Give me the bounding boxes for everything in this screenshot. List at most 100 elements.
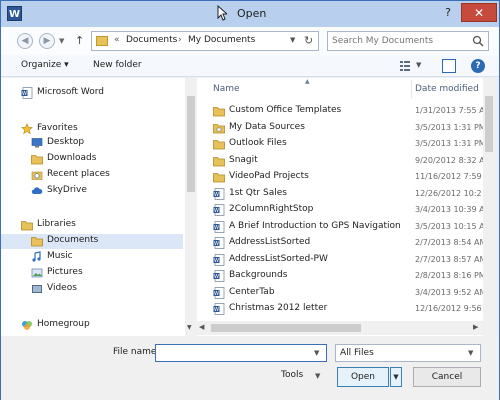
search-icon[interactable] xyxy=(472,35,484,47)
cancel-button[interactable]: Cancel xyxy=(413,367,481,387)
title-help-button[interactable]: ? xyxy=(437,4,459,22)
nav-item-label: Downloads xyxy=(47,153,97,163)
svg-text:W: W xyxy=(214,241,219,247)
file-row[interactable]: My Data Sources 3/5/2013 1:31 PM xyxy=(197,120,483,136)
nav-item-label: Libraries xyxy=(37,219,76,229)
back-button[interactable]: ◀ xyxy=(17,33,33,49)
file-row[interactable]: Snagit 9/20/2012 8:32 A xyxy=(197,153,483,169)
preview-pane-icon[interactable] xyxy=(442,59,456,73)
search-box[interactable] xyxy=(327,31,489,51)
nav-item-favorites[interactable]: Favorites xyxy=(1,122,183,137)
view-dropdown-icon[interactable]: ▼ xyxy=(416,61,421,69)
scroll-left-icon[interactable]: ◀ xyxy=(199,323,204,331)
file-type-dropdown-icon[interactable]: ▼ xyxy=(468,349,473,357)
file-row[interactable]: W Christmas 2012 letter 12/16/2012 9:56 xyxy=(197,301,483,317)
scroll-right-icon[interactable]: ▶ xyxy=(473,323,478,331)
cloud-icon xyxy=(31,185,43,196)
file-list-vertical-scrollbar[interactable] xyxy=(483,78,495,336)
file-list-horizontal-thumb[interactable] xyxy=(211,324,361,332)
file-row[interactable]: W A Brief Introduction to GPS Navigation 3… xyxy=(197,219,483,235)
file-date-modified: 2/7/2013 8:57 AM xyxy=(415,254,483,264)
navigation-scrollbar[interactable]: ▼ xyxy=(185,78,197,336)
file-name: 2ColumnRightStop xyxy=(229,204,314,214)
tools-button[interactable]: Tools xyxy=(281,370,303,380)
file-name: Backgrounds xyxy=(229,270,288,280)
file-name-input[interactable] xyxy=(155,344,327,362)
file-row[interactable]: Outlook Files 3/5/2013 1:31 PM xyxy=(197,136,483,152)
file-name: Custom Office Templates xyxy=(229,105,342,115)
dialog-footer: File name: ▼ All Files ▼ Tools ▼ Open ▼ … xyxy=(1,336,499,400)
title-bar[interactable]: W Open ? ✕ xyxy=(1,1,499,27)
nav-item-downloads[interactable]: Downloads xyxy=(1,152,183,167)
nav-item-skydrive[interactable]: SkyDrive xyxy=(1,184,183,199)
nav-item-music[interactable]: Music xyxy=(1,250,183,265)
file-date-modified: 3/5/2013 1:31 PM xyxy=(415,139,483,148)
file-date-modified: 2/7/2013 8:54 AM xyxy=(415,238,483,247)
breadcrumb-my-documents[interactable]: My Documents xyxy=(188,35,255,45)
view-options-icon[interactable] xyxy=(399,60,411,72)
search-input[interactable] xyxy=(332,34,468,48)
homegroup-icon xyxy=(21,319,33,330)
nav-item-desktop[interactable]: Desktop xyxy=(1,136,183,151)
refresh-icon[interactable]: ↻ xyxy=(304,34,313,47)
nav-item-libraries[interactable]: Libraries xyxy=(1,218,183,233)
up-arrow-icon[interactable]: ↑ xyxy=(75,34,84,47)
file-name: My Data Sources xyxy=(229,121,305,132)
nav-item-microsoft-word[interactable]: W Microsoft Word xyxy=(1,86,183,101)
sort-ascending-icon: ▲ xyxy=(305,78,310,85)
music-icon xyxy=(31,251,43,262)
folder-icon xyxy=(213,105,225,117)
nav-item-recent-places[interactable]: Recent places xyxy=(1,168,183,183)
nav-item-label: Favorites xyxy=(37,123,78,133)
file-row[interactable]: VideoPad Projects 11/16/2012 7:59 xyxy=(197,169,483,185)
file-row[interactable]: W CenterTab 3/4/2013 9:52 AM xyxy=(197,285,483,301)
file-type-select[interactable]: All Files ▼ xyxy=(335,344,481,362)
open-options-dropdown-icon[interactable]: ▼ xyxy=(390,367,402,387)
file-row[interactable]: W 2ColumnRightStop 3/4/2013 10:39 A xyxy=(197,202,483,218)
file-row[interactable]: W AddressListSorted 2/7/2013 8:54 AM xyxy=(197,235,483,251)
recent-locations-dropdown-icon[interactable]: ▼ xyxy=(59,37,64,45)
file-list-horizontal-scrollbar[interactable]: ◀ ▶ xyxy=(197,321,483,335)
file-name-label: File name: xyxy=(113,347,160,357)
file-date-modified: 12/16/2012 9:56 xyxy=(415,304,482,313)
open-button[interactable]: Open xyxy=(337,367,389,387)
breadcrumb-separator[interactable]: › xyxy=(178,35,182,45)
scroll-down-icon[interactable]: ▼ xyxy=(187,324,192,331)
nav-item-documents[interactable]: Documents xyxy=(1,234,183,249)
star-icon xyxy=(21,123,33,135)
column-header-date-modified[interactable]: Date modified xyxy=(415,78,479,100)
nav-item-pictures[interactable]: Pictures xyxy=(1,266,183,281)
new-folder-button[interactable]: New folder xyxy=(93,60,142,70)
file-date-modified: 2/8/2013 8:16 PM xyxy=(415,271,483,280)
navigation-scrollbar-thumb[interactable] xyxy=(187,96,195,192)
nav-item-label: Pictures xyxy=(47,267,83,277)
nav-item-videos[interactable]: Videos xyxy=(1,282,183,297)
tools-dropdown-icon[interactable]: ▼ xyxy=(315,372,320,380)
file-list-vertical-thumb[interactable] xyxy=(485,96,493,152)
organize-button[interactable]: Organize ▾ xyxy=(21,60,69,70)
help-icon[interactable]: ? xyxy=(471,59,485,73)
desktop-icon xyxy=(31,137,43,148)
file-name-dropdown-icon[interactable]: ▼ xyxy=(314,349,319,357)
open-dialog: W Open ? ✕ ◀ ▶ ▼ ↑ « Documents › My Docu… xyxy=(0,0,500,400)
file-row[interactable]: W Backgrounds 2/8/2013 8:16 PM xyxy=(197,268,483,284)
close-button[interactable]: ✕ xyxy=(461,3,497,22)
nav-item-label: Microsoft Word xyxy=(37,87,104,97)
column-divider[interactable] xyxy=(411,80,412,98)
file-row[interactable]: W AddressListSorted-PW 2/7/2013 8:57 AM xyxy=(197,252,483,268)
nav-item-label: Homegroup xyxy=(37,319,90,329)
file-list: Name ▲ Date modified Custom Office Templ… xyxy=(197,78,483,336)
forward-button[interactable]: ▶ xyxy=(39,33,55,49)
file-row[interactable]: W 1st Qtr Sales 12/26/2012 10:2 xyxy=(197,186,483,202)
address-bar[interactable]: « Documents › My Documents ▼ ↻ xyxy=(91,31,319,51)
breadcrumb-overflow[interactable]: « xyxy=(114,35,120,45)
file-date-modified: 9/20/2012 8:32 A xyxy=(415,155,483,165)
nav-item-label: Recent places xyxy=(47,169,110,179)
file-row[interactable]: Custom Office Templates 1/31/2013 7:55 A xyxy=(197,103,483,119)
breadcrumb-documents[interactable]: Documents xyxy=(126,35,177,45)
documents-icon xyxy=(31,235,43,247)
address-dropdown-icon[interactable]: ▼ xyxy=(290,36,295,44)
nav-item-label: Videos xyxy=(47,283,77,293)
nav-item-homegroup[interactable]: Homegroup xyxy=(1,318,183,333)
column-header-name[interactable]: Name xyxy=(213,78,240,100)
